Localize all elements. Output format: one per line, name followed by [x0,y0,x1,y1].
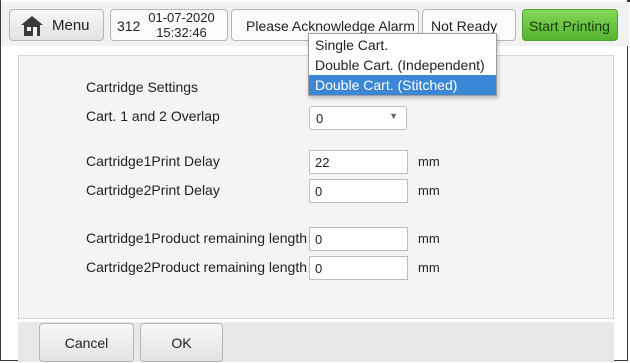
counter-datetime: 312 01-07-2020 15:32:46 [110,9,228,41]
cart1-delay-unit: mm [418,154,440,169]
date-display: 01-07-2020 [148,10,215,25]
start-printing-button[interactable]: Start Printing [522,9,618,41]
print-count: 312 [117,18,141,34]
cancel-button[interactable]: Cancel [39,323,134,362]
cart2-delay-input[interactable] [309,179,408,203]
time-display: 15:32:46 [156,25,207,40]
cart1-remaining-input[interactable] [309,227,408,251]
status-text: Not Ready [431,18,498,34]
menu-button[interactable]: Menu [9,9,104,41]
cart1-delay-input[interactable] [309,150,408,174]
start-printing-label: Start Printing [529,18,610,34]
section-title: Cartridge Settings [86,79,199,95]
cartridge-mode-dropdown: Single Cart. Double Cart. (Independent) … [308,33,497,96]
dropdown-option-single[interactable]: Single Cart. [309,35,496,55]
menu-label: Menu [52,17,90,34]
overlap-value: 0 [316,111,324,126]
cancel-label: Cancel [64,335,109,351]
cart2-remaining-unit: mm [418,260,440,275]
ok-button[interactable]: OK [140,323,223,362]
cart2-remaining-input[interactable] [309,256,408,280]
caret-down-icon: ▼ [389,111,398,121]
dropdown-option-independent[interactable]: Double Cart. (Independent) [309,55,496,75]
home-icon [21,16,43,36]
cart2-remaining-label: Cartridge2Product remaining length [86,259,308,275]
cart1-delay-label: Cartridge1Print Delay [86,153,220,169]
dropdown-option-stitched[interactable]: Double Cart. (Stitched) [309,75,496,95]
cart1-remaining-label: Cartridge1Product remaining length [86,230,308,246]
overlap-select[interactable]: 0 ▼ [309,106,407,130]
ok-label: OK [171,335,192,351]
alarm-text: Please Acknowledge Alarm [246,18,415,34]
cart2-delay-unit: mm [418,183,440,198]
cart1-remaining-unit: mm [418,231,440,246]
app-window: Menu 312 01-07-2020 15:32:46 Please Ackn… [0,0,629,362]
overlap-label: Cart. 1 and 2 Overlap [86,108,220,124]
cart2-delay-label: Cartridge2Print Delay [86,182,220,198]
